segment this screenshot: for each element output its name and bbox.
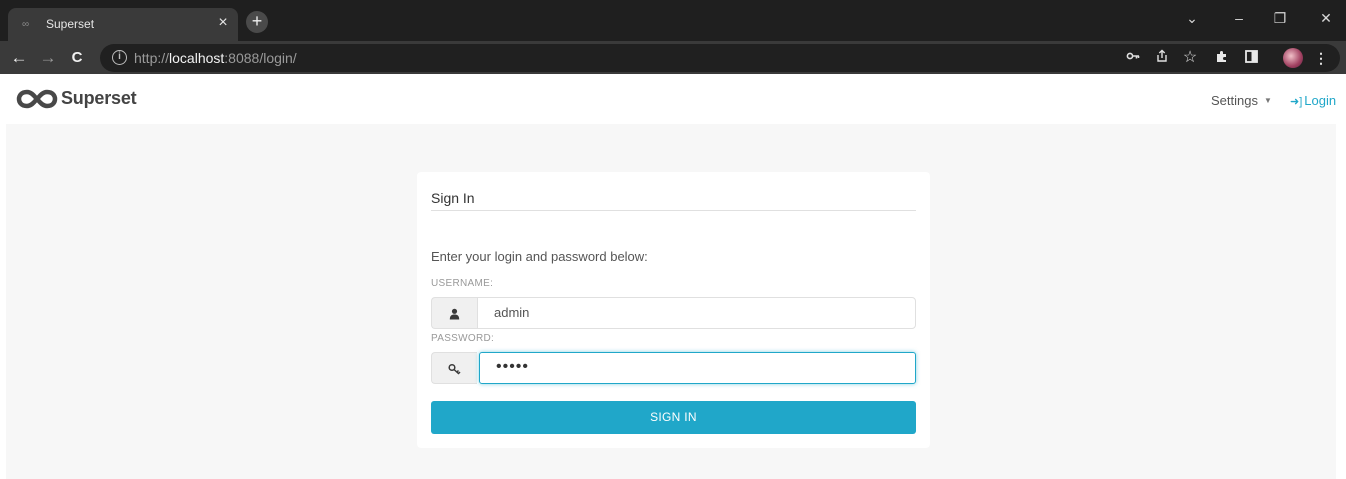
- minimize-icon[interactable]: –: [1225, 6, 1253, 30]
- username-label: USERNAME:: [431, 278, 494, 289]
- new-tab-button[interactable]: +: [246, 11, 268, 33]
- restore-icon[interactable]: ❐: [1266, 6, 1294, 30]
- card-divider: [431, 210, 916, 211]
- username-input[interactable]: admin: [477, 297, 916, 329]
- login-link[interactable]: ➜] Login: [1290, 93, 1336, 108]
- url-text[interactable]: http://localhost:8088/login/: [134, 50, 297, 66]
- password-label: PASSWORD:: [431, 333, 495, 344]
- login-link-label: Login: [1304, 93, 1337, 108]
- sign-in-icon: ➜]: [1290, 96, 1303, 108]
- superset-logo-icon[interactable]: [16, 89, 58, 109]
- address-bar[interactable]: i http://localhost:8088/login/ ☆ ⋮: [100, 44, 1340, 72]
- username-input-group: admin: [431, 297, 916, 329]
- forward-arrow-icon[interactable]: →: [37, 47, 59, 69]
- login-prompt: Enter your login and password below:: [431, 249, 648, 264]
- extensions-icon[interactable]: [1212, 48, 1232, 68]
- browser-tab-strip: ∞ Superset × + ⌄ – ❐ ✕: [0, 0, 1346, 41]
- superset-favicon-icon: ∞: [22, 19, 30, 30]
- tab-close-icon[interactable]: ×: [214, 14, 232, 32]
- login-card: Sign In Enter your login and password be…: [417, 172, 930, 448]
- user-icon: [431, 297, 477, 329]
- browser-toolbar: ← → C i http://localhost:8088/login/ ☆ ⋮: [0, 41, 1346, 74]
- tab-title: Superset: [46, 17, 95, 31]
- profile-avatar[interactable]: [1283, 48, 1303, 68]
- browser-tab[interactable]: ∞ Superset ×: [8, 8, 238, 41]
- password-input-group: •••••: [431, 352, 916, 384]
- share-icon[interactable]: [1152, 48, 1172, 68]
- reload-icon[interactable]: C: [66, 47, 88, 69]
- side-panel-icon[interactable]: [1241, 48, 1261, 68]
- brand-name[interactable]: Superset: [61, 88, 137, 109]
- close-window-icon[interactable]: ✕: [1312, 6, 1340, 30]
- password-input[interactable]: •••••: [479, 352, 916, 384]
- tab-search-icon[interactable]: ⌄: [1178, 6, 1206, 30]
- browser-menu-icon[interactable]: ⋮: [1311, 48, 1331, 68]
- caret-down-icon: ▼: [1263, 96, 1272, 105]
- sign-in-button[interactable]: SIGN IN: [431, 401, 916, 434]
- app-navbar: Superset Settings ▼ ➜] Login: [0, 74, 1346, 124]
- settings-label: Settings: [1211, 93, 1258, 108]
- key-icon[interactable]: [1123, 48, 1143, 68]
- card-title: Sign In: [431, 190, 475, 206]
- key-icon: [431, 352, 477, 384]
- settings-menu[interactable]: Settings ▼: [1211, 93, 1272, 108]
- bookmark-star-icon[interactable]: ☆: [1180, 48, 1200, 68]
- back-arrow-icon[interactable]: ←: [8, 47, 30, 69]
- site-info-icon[interactable]: i: [112, 50, 127, 65]
